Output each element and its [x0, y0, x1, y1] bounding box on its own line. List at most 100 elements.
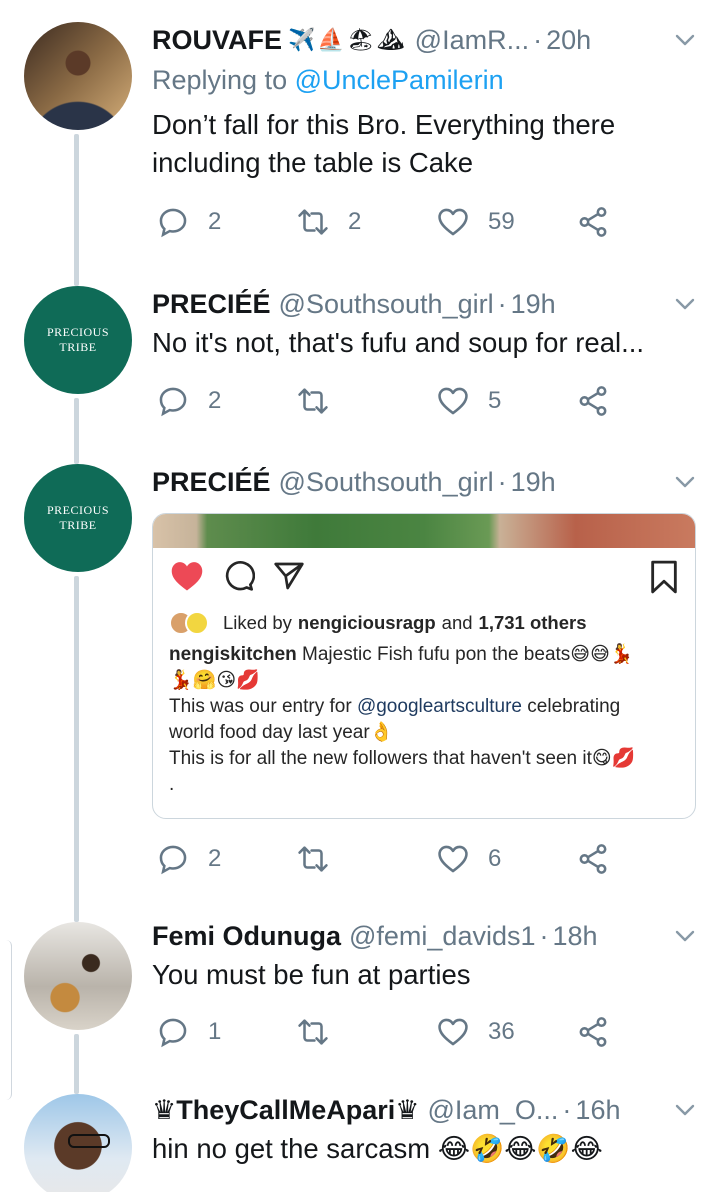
retweet-button[interactable] — [296, 1012, 348, 1052]
liked-by-count: 1,731 others — [478, 612, 587, 633]
tweet-header: Femi Odunuga @femi_davids1 · 18h — [152, 916, 701, 956]
retweet-count: 2 — [348, 208, 362, 235]
tweet-actions: 2 2 59 — [152, 202, 652, 242]
caption-user: nengiskitchen — [169, 644, 297, 665]
like-count: 59 — [488, 208, 515, 235]
send-icon — [274, 562, 304, 590]
heart-filled-icon — [171, 562, 203, 591]
share-icon — [579, 844, 607, 874]
like-button[interactable]: 6 — [436, 839, 501, 879]
share-button[interactable] — [576, 202, 628, 242]
comment-icon — [225, 561, 255, 591]
display-name[interactable]: ROUVAFE — [152, 25, 282, 56]
liked-by-label: Liked by — [223, 612, 292, 633]
instagram-actions — [169, 558, 679, 598]
separator-dot: · — [497, 466, 507, 497]
reply-icon — [159, 845, 187, 875]
user-handle[interactable]: @Iam_O... — [427, 1095, 558, 1126]
heart-icon — [438, 845, 468, 873]
liked-by: Liked by nengiciousragp and 1,731 others — [169, 608, 685, 638]
chevron-down-icon[interactable] — [673, 28, 697, 52]
reply-icon — [159, 1018, 187, 1048]
share-icon — [579, 207, 607, 237]
user-handle[interactable]: @IamR... — [415, 25, 529, 56]
timestamp[interactable]: 16h — [575, 1095, 620, 1126]
separator-dot: · — [562, 1094, 572, 1125]
tweet-header: ROUVAFE ✈️⛵🏖⛰ @IamR... · 20h — [152, 20, 701, 60]
display-name[interactable]: PRECIÉÉ — [152, 289, 271, 320]
separator-dot: · — [533, 24, 543, 55]
reply-count: 1 — [208, 1018, 222, 1045]
replying-to-link[interactable]: @UnclePamilerin — [295, 65, 504, 95]
timestamp[interactable]: 19h — [511, 467, 556, 498]
display-name[interactable]: ♛TheyCallMeApari♛ — [152, 1095, 419, 1126]
tweet-text: hin no get the sarcasm 😂🤣😂🤣😂 — [152, 1133, 603, 1164]
retweet-icon — [298, 1019, 328, 1045]
like-button[interactable]: 59 — [436, 202, 515, 242]
reply-button[interactable]: 1 — [156, 1012, 221, 1052]
avatar[interactable] — [24, 922, 132, 1030]
chevron-down-icon[interactable] — [673, 292, 697, 316]
like-count: 36 — [488, 1018, 515, 1045]
avatar-glasses — [68, 1134, 110, 1148]
retweet-icon — [298, 388, 328, 414]
retweet-button[interactable]: 2 — [296, 202, 361, 242]
tweet-text: You must be fun at parties — [152, 959, 471, 990]
thread-line — [74, 576, 79, 922]
tweet-header: PRECIÉÉ @Southsouth_girl · 19h — [152, 284, 701, 324]
reply-count: 2 — [208, 845, 222, 872]
tweet-text: No it's not, that's fufu and soup for re… — [152, 327, 645, 358]
thread-line — [74, 398, 79, 464]
avatar — [185, 611, 209, 635]
share-icon — [579, 386, 607, 416]
media-card[interactable]: Liked by nengiciousragp and 1,731 others… — [152, 513, 696, 819]
user-handle[interactable]: @femi_davids1 — [349, 921, 536, 952]
avatar[interactable] — [24, 1094, 132, 1192]
reply-button[interactable]: 2 — [156, 381, 221, 421]
display-name[interactable]: PRECIÉÉ — [152, 467, 271, 498]
share-button[interactable] — [576, 381, 628, 421]
chevron-down-icon[interactable] — [673, 1098, 697, 1122]
user-handle[interactable]: @Southsouth_girl — [279, 289, 494, 320]
reply-button[interactable]: 2 — [156, 839, 221, 879]
avatar[interactable]: PRECIOUS TRIBE — [24, 464, 132, 572]
heart-icon — [438, 387, 468, 415]
bookmark-icon — [651, 560, 677, 594]
timestamp[interactable]: 18h — [553, 921, 598, 952]
reply-icon — [159, 387, 187, 417]
avatar-text: PRECIOUS TRIBE — [46, 503, 109, 532]
retweet-button[interactable] — [296, 839, 348, 879]
display-name[interactable]: Femi Odunuga — [152, 921, 341, 952]
tweet-header: PRECIÉÉ @Southsouth_girl · 19h — [152, 462, 701, 502]
avatar[interactable]: PRECIOUS TRIBE — [24, 286, 132, 394]
like-count: 6 — [488, 845, 502, 872]
thread-line — [74, 134, 79, 286]
timestamp[interactable]: 20h — [546, 25, 591, 56]
reply-icon — [159, 208, 187, 238]
tweet-actions: 2 6 — [152, 839, 652, 879]
like-button[interactable]: 5 — [436, 381, 501, 421]
reply-count: 2 — [208, 208, 222, 235]
reply-count: 2 — [208, 387, 222, 414]
chevron-down-icon[interactable] — [673, 924, 697, 948]
replying-to: Replying to @UnclePamilerin — [152, 65, 504, 95]
retweet-icon — [298, 846, 328, 872]
share-button[interactable] — [576, 839, 628, 879]
reply-button[interactable]: 2 — [156, 202, 221, 242]
user-handle[interactable]: @Southsouth_girl — [279, 467, 494, 498]
caption-mention: @googleartsculture — [356, 696, 522, 717]
media-image[interactable] — [153, 514, 695, 548]
tweet-actions: 1 36 — [152, 1012, 652, 1052]
retweet-icon — [298, 209, 328, 235]
timestamp[interactable]: 19h — [511, 289, 556, 320]
like-button[interactable]: 36 — [436, 1012, 515, 1052]
thread-line — [74, 1034, 79, 1094]
chevron-down-icon[interactable] — [673, 470, 697, 494]
retweet-button[interactable] — [296, 381, 348, 421]
share-icon — [579, 1017, 607, 1047]
avatar[interactable] — [24, 22, 132, 130]
instagram-caption: nengiskitchen Majestic Fish fufu pon the… — [169, 644, 636, 795]
tweet-header: ♛TheyCallMeApari♛ @Iam_O... · 16h — [152, 1090, 701, 1130]
like-count: 5 — [488, 387, 502, 414]
share-button[interactable] — [576, 1012, 628, 1052]
